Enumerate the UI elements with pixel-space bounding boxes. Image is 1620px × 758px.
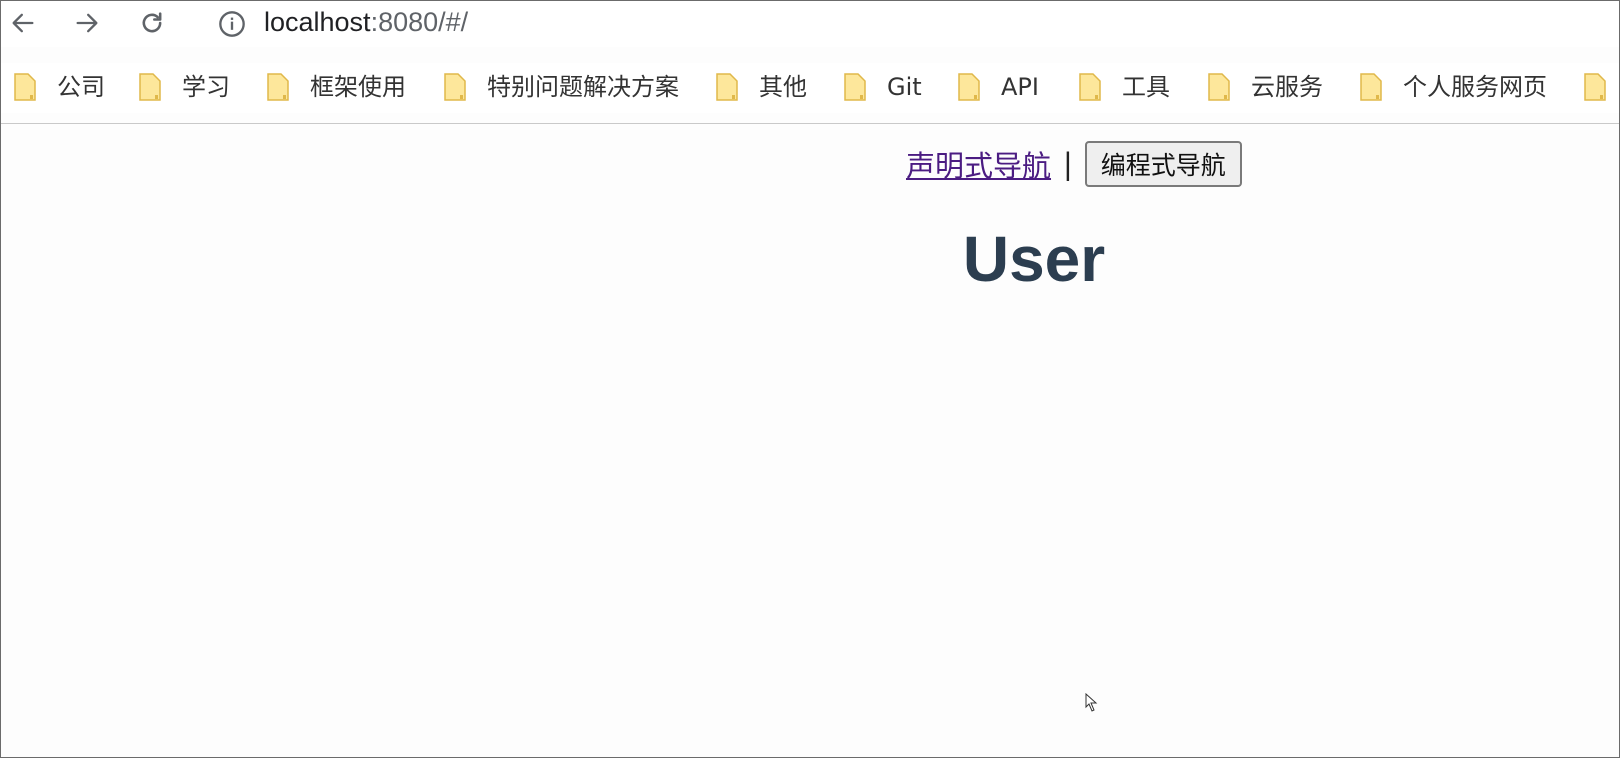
info-icon [219, 11, 245, 37]
browser-toolbar: localhost:8080/#/ [1, 1, 1619, 47]
app-nav: 声明式导航 | 编程式导航 [906, 141, 1242, 187]
folder-icon [1584, 73, 1606, 101]
bookmark-label: API [1001, 73, 1039, 101]
bookmark-folder[interactable]: 框架使用 [266, 69, 406, 105]
bookmark-folder[interactable]: API [957, 69, 1039, 105]
bookmark-folder[interactable]: 云服务 [1207, 69, 1323, 105]
folder-icon [267, 73, 289, 101]
bookmark-folder[interactable]: 个人服务网页 [1359, 69, 1547, 105]
url-host: localhost [264, 7, 371, 37]
folder-icon [444, 73, 466, 101]
bookmark-folder[interactable]: 工具 [1078, 69, 1170, 105]
bookmark-label: 学习 [182, 73, 230, 101]
reload-icon [142, 12, 162, 33]
bookmark-label: 框架使用 [310, 73, 406, 101]
bookmark-folder[interactable]: 特别问题解决方案 [443, 69, 679, 105]
bookmarks-bar: 公司 学习 框架使用 特别问题解决方案 其他 Git API 工具 云服务 个人… [1, 63, 1619, 113]
address-bar[interactable]: localhost:8080/#/ [264, 3, 468, 41]
folder-icon [139, 73, 161, 101]
bookmark-folder[interactable]: 其他 [715, 69, 807, 105]
url-path: :8080/#/ [370, 7, 469, 37]
bookmark-label: Git [887, 73, 922, 101]
folder-icon [1079, 73, 1101, 101]
folder-icon [1208, 73, 1230, 101]
bookmark-label: 云服务 [1251, 73, 1323, 101]
bookmark-folder[interactable]: Git [843, 69, 922, 105]
page-content: 声明式导航 | 编程式导航 User [1, 124, 1619, 757]
folder-icon [844, 73, 866, 101]
bookmark-label: 其他 [759, 73, 807, 101]
arrow-left-icon [12, 13, 34, 33]
folder-icon [14, 73, 36, 101]
bookmark-folder[interactable]: 公司 [13, 69, 105, 105]
programmatic-nav-button[interactable]: 编程式导航 [1084, 141, 1242, 187]
site-info-button[interactable] [217, 9, 247, 39]
reload-button[interactable] [132, 3, 172, 43]
browser-window: localhost:8080/#/ 公司 学习 框架使用 特别问题解决方案 其他… [0, 0, 1620, 758]
forward-button[interactable] [67, 3, 107, 43]
bookmark-label: 工具 [1122, 73, 1170, 101]
arrow-right-icon [76, 13, 98, 33]
bookmark-folder[interactable] [1583, 69, 1619, 105]
folder-icon [1360, 73, 1382, 101]
bookmark-label: 个人服务网页 [1403, 73, 1547, 101]
declarative-nav-link[interactable]: 声明式导航 [906, 143, 1051, 185]
page-title: User [962, 223, 1106, 295]
nav-separator: | [1063, 147, 1073, 181]
bookmark-label: 公司 [57, 73, 105, 101]
mouse-cursor-icon [1085, 693, 1098, 712]
back-button[interactable] [3, 3, 43, 43]
folder-icon [716, 73, 738, 101]
bookmark-folder[interactable]: 学习 [138, 69, 230, 105]
folder-icon [958, 73, 980, 101]
bookmark-label: 特别问题解决方案 [487, 73, 679, 101]
